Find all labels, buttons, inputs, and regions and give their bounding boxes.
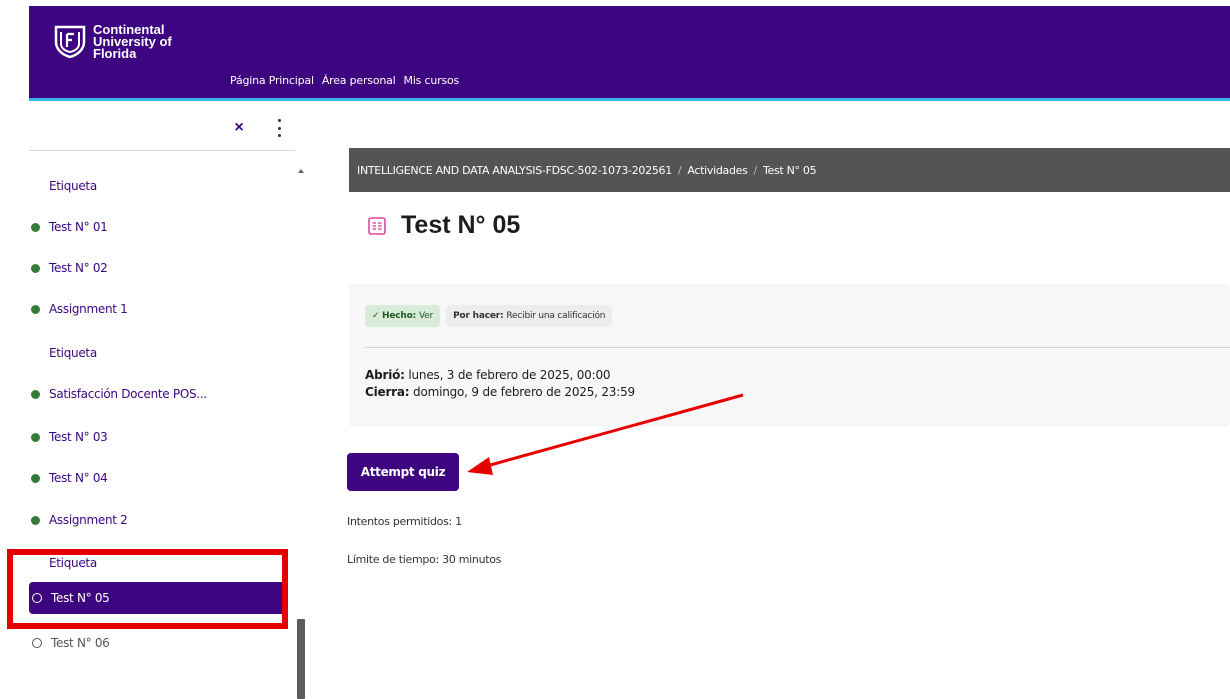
badge-value: Ver [418,311,434,321]
primary-nav: Página Principal Área personal Mis curso… [230,74,459,87]
sidebar-item-label: Etiqueta [49,346,97,360]
completion-complete-icon [31,389,40,399]
breadcrumb-course[interactable]: INTELLIGENCE AND DATA ANALYSIS-FDSC-502-… [357,164,672,177]
close-drawer-button[interactable]: × [231,120,247,136]
site-logo[interactable]: Continental University of Florida [53,23,172,61]
opened-date: Abrió: lunes, 3 de febrero de 2025, 00:0… [365,367,635,384]
sidebar-scrollbar[interactable] [296,169,306,699]
opened-label: Abrió: [365,368,405,382]
sidebar-item-label: Satisfacción Docente POS... [49,387,207,401]
completion-badges: ✓ Hecho: Ver Por hacer: Recibir una cali… [365,305,613,327]
badge-label: Por hacer: [453,311,504,321]
highlight-annotation [7,549,288,629]
breadcrumb-section[interactable]: Actividades [687,164,748,177]
breadcrumb-separator: / [677,163,682,177]
completion-complete-icon [31,473,40,483]
completion-complete-icon [31,263,40,273]
page-title: Test N° 05 [401,211,521,239]
list-item[interactable]: Test N° 06 [29,627,287,659]
sidebar-item-label: Etiqueta [49,179,97,193]
annotation-arrow [467,393,744,475]
list-item[interactable]: Test N° 04 [29,462,287,494]
closes-label: Cierra: [365,385,410,399]
quiz-icon [368,216,386,235]
nav-dashboard[interactable]: Área personal [322,74,396,87]
sidebar-item-label: Test N° 06 [51,636,110,650]
badge-value: Recibir una calificación [506,311,606,321]
scrollbar-thumb[interactable] [297,619,305,699]
sidebar-item-label: Assignment 1 [49,302,128,316]
list-item[interactable]: Satisfacción Docente POS... [29,378,287,410]
breadcrumb: INTELLIGENCE AND DATA ANALYSIS-FDSC-502-… [349,148,1230,192]
university-shield-icon [54,25,86,58]
sidebar-item-label: Test N° 03 [49,430,108,444]
time-limit: Límite de tiempo: 30 minutos [347,553,502,566]
completion-complete-icon [31,515,40,525]
nav-my-courses[interactable]: Mis cursos [404,74,460,87]
scroll-up-icon[interactable] [298,169,304,173]
breadcrumb-separator: / [753,163,758,177]
attempt-quiz-button[interactable]: Attempt quiz [347,453,459,491]
list-item[interactable]: Assignment 2 [29,504,287,536]
completion-todo-badge: Por hacer: Recibir una calificación [446,305,613,327]
sidebar-item-label: Test N° 01 [49,220,108,234]
breadcrumb-current: Test N° 05 [762,163,817,177]
completion-incomplete-icon [32,638,42,648]
completion-done-badge: ✓ Hecho: Ver [365,305,441,327]
logo-text: Continental University of Florida [93,23,172,61]
logo-line: Florida [93,46,137,61]
list-item[interactable]: Test N° 03 [29,421,287,453]
completion-complete-icon [31,304,40,314]
page-header: Test N° 05 [367,211,520,240]
list-item[interactable]: Etiqueta [29,337,287,369]
list-item[interactable]: Test N° 02 [29,252,287,284]
nav-home[interactable]: Página Principal [230,74,314,87]
sidebar-item-label: Test N° 02 [49,261,108,275]
opened-value: lunes, 3 de febrero de 2025, 00:00 [408,368,611,382]
drawer-toolbar: × [30,113,295,149]
completion-complete-icon [31,222,40,232]
list-item[interactable]: Etiqueta [29,170,287,202]
site-header: Continental University of Florida Página… [29,6,1230,101]
badge-label: Hecho: [382,311,416,321]
sidebar-item-label: Test N° 04 [49,471,108,485]
check-icon: ✓ [372,311,383,321]
more-options-icon[interactable] [273,119,285,137]
list-item[interactable]: Assignment 1 [29,293,287,325]
divider [365,347,1230,348]
sidebar-item-label: Assignment 2 [49,513,128,527]
attempts-allowed: Intentos permitidos: 1 [347,515,462,528]
completion-complete-icon [31,432,40,442]
list-item[interactable]: Test N° 01 [29,211,287,243]
